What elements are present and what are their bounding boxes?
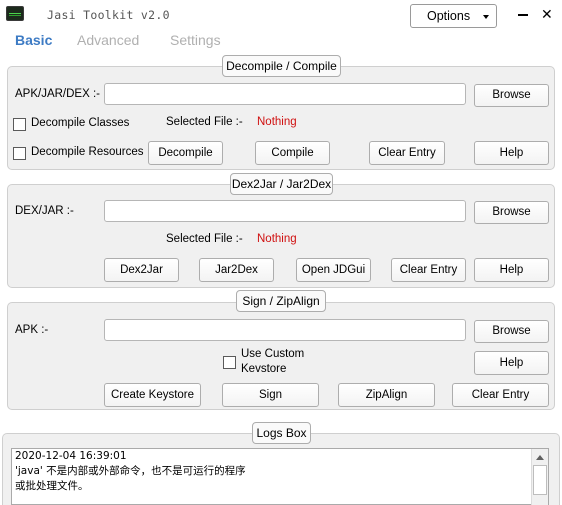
custom-keystore-label-line2: Kevstore xyxy=(241,363,287,375)
decompile-group-title: Decompile / Compile xyxy=(222,55,341,77)
close-icon[interactable]: ✕ xyxy=(541,8,553,22)
logs-group-title: Logs Box xyxy=(252,422,311,444)
sign-group-title: Sign / ZipAlign xyxy=(236,290,326,312)
dex2jar-group-title: Dex2Jar / Jar2Dex xyxy=(230,173,333,195)
open-jdgui-button[interactable]: Open JDGui xyxy=(296,258,371,282)
app-logo-icon xyxy=(6,6,24,21)
dex-jar-label: DEX/JAR :- xyxy=(15,205,74,217)
tab-settings[interactable]: Settings xyxy=(170,32,221,48)
log-line: 'java' 不是内部或外部命令，也不是可运行的程序 xyxy=(15,465,246,477)
minimize-icon[interactable] xyxy=(518,14,528,16)
decompile-selected-file-label: Selected File :- xyxy=(166,116,243,128)
decompile-classes-checkbox[interactable] xyxy=(13,118,26,131)
apk-label: APK :- xyxy=(15,324,49,336)
decompile-resources-checkbox[interactable] xyxy=(13,147,26,160)
sign-clear-entry-button[interactable]: Clear Entry xyxy=(452,383,549,407)
options-label: Options xyxy=(427,9,471,23)
logs-textarea[interactable]: 2020-12-04 16:39:01 'java' 不是内部或外部命令，也不是… xyxy=(11,448,549,505)
decompile-button[interactable]: Decompile xyxy=(148,141,223,165)
logs-scrollbar[interactable] xyxy=(531,449,548,505)
decompile-resources-label: Decompile Resources xyxy=(31,146,144,158)
dex-jar-input[interactable] xyxy=(104,200,466,222)
options-dropdown[interactable]: Options xyxy=(410,4,497,28)
compile-button[interactable]: Compile xyxy=(255,141,330,165)
scroll-thumb[interactable] xyxy=(533,465,547,495)
scroll-up-icon[interactable] xyxy=(536,455,544,460)
jar2dex-button[interactable]: Jar2Dex xyxy=(199,258,274,282)
decompile-help-button[interactable]: Help xyxy=(474,141,549,165)
apk-input[interactable] xyxy=(104,319,466,341)
sign-button[interactable]: Sign xyxy=(222,383,319,407)
dex2jar-button[interactable]: Dex2Jar xyxy=(104,258,179,282)
zipalign-button[interactable]: ZipAlign xyxy=(338,383,435,407)
decompile-browse-button[interactable]: Browse xyxy=(474,84,549,107)
custom-keystore-checkbox[interactable] xyxy=(223,356,236,369)
sign-browse-button[interactable]: Browse xyxy=(474,320,549,343)
apk-jar-dex-input[interactable] xyxy=(104,83,466,105)
tab-basic[interactable]: Basic xyxy=(15,32,52,48)
decompile-clear-entry-button[interactable]: Clear Entry xyxy=(369,141,445,165)
create-keystore-button[interactable]: Create Keystore xyxy=(104,383,201,407)
apk-jar-dex-label: APK/JAR/DEX :- xyxy=(15,88,100,100)
dex2jar-help-button[interactable]: Help xyxy=(474,258,549,282)
log-line: 或批处理文件。 xyxy=(15,480,89,492)
window-title: Jasi Toolkit v2.0 xyxy=(47,8,170,22)
dex2jar-clear-entry-button[interactable]: Clear Entry xyxy=(391,258,466,282)
dex2jar-selected-file-value: Nothing xyxy=(257,233,297,245)
dex2jar-browse-button[interactable]: Browse xyxy=(474,201,549,224)
log-line: 2020-12-04 16:39:01 xyxy=(15,450,127,462)
tab-advanced[interactable]: Advanced xyxy=(77,32,139,48)
custom-keystore-label-line1: Use Custom xyxy=(241,348,305,360)
sign-help-button[interactable]: Help xyxy=(474,351,549,375)
decompile-classes-label: Decompile Classes xyxy=(31,117,130,129)
decompile-selected-file-value: Nothing xyxy=(257,116,297,128)
chevron-down-icon xyxy=(483,15,489,19)
dex2jar-selected-file-label: Selected File :- xyxy=(166,233,243,245)
